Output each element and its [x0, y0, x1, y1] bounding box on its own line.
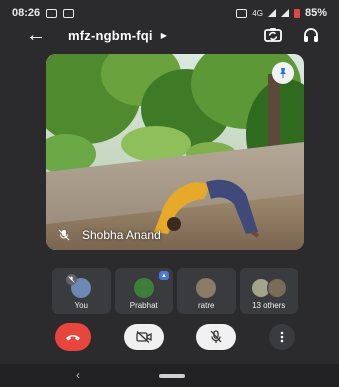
- mic-off-icon: [210, 330, 222, 343]
- signal-icon: [267, 9, 276, 17]
- video-frame: [46, 54, 304, 250]
- avatar: [66, 274, 92, 298]
- end-call-button[interactable]: [55, 323, 91, 351]
- participant-label: You: [74, 301, 89, 310]
- participant-label: Prabhat: [129, 301, 158, 310]
- pin-icon: [280, 68, 286, 78]
- screen-cast-icon: [46, 8, 58, 18]
- participant-label: ratre: [198, 301, 215, 310]
- chevron-right-icon[interactable]: ▶: [161, 31, 167, 40]
- avatar: [196, 278, 217, 298]
- status-time: 08:26: [12, 7, 41, 19]
- mic-off-icon: [66, 274, 78, 285]
- participant-tile-you[interactable]: You: [52, 268, 111, 314]
- more-options-button[interactable]: [268, 324, 295, 350]
- battery-level: 85%: [304, 7, 327, 19]
- nav-home-pill[interactable]: [159, 374, 185, 378]
- battery-icon: [293, 8, 300, 18]
- more-vert-icon: [280, 331, 284, 343]
- signal-icon-2: [280, 9, 289, 17]
- participant-tile-prabhat[interactable]: ▲ Prabhat: [114, 268, 173, 314]
- participant-name-tag: Shobha Anand: [58, 228, 161, 242]
- mic-toggle-button[interactable]: [196, 324, 237, 350]
- camera-toggle-button[interactable]: [123, 324, 164, 350]
- avatar-group: [250, 278, 287, 298]
- message-icon: [63, 8, 75, 18]
- wifi-calling-icon: [236, 8, 248, 18]
- participant-tile-ratre[interactable]: ratre: [177, 268, 236, 314]
- meeting-header: ← mfz-ngbm-fqi ▶: [0, 22, 339, 48]
- mic-off-icon: [58, 229, 70, 241]
- main-video-feed[interactable]: Shobha Anand: [46, 54, 304, 250]
- system-nav-bar: ‹: [0, 364, 339, 387]
- participant-strip: You ▲ Prabhat ratre 13 others: [52, 268, 298, 314]
- call-controls: [55, 322, 295, 352]
- phone-hangup-icon: [66, 335, 80, 341]
- meeting-code[interactable]: mfz-ngbm-fqi: [68, 28, 153, 43]
- avatar: [266, 278, 287, 298]
- network-type: 4G: [252, 8, 263, 18]
- participant-name: Shobha Anand: [82, 228, 161, 242]
- participant-label: 13 others: [252, 301, 286, 310]
- headphones-icon[interactable]: [301, 25, 321, 45]
- pin-icon: ▲: [159, 271, 169, 280]
- nav-back-icon[interactable]: ‹: [76, 368, 80, 382]
- pin-button[interactable]: [272, 62, 294, 84]
- back-arrow-icon[interactable]: ←: [26, 25, 46, 45]
- switch-camera-icon[interactable]: [263, 25, 283, 45]
- avatar: [133, 278, 154, 298]
- participant-tile-others[interactable]: 13 others: [239, 268, 298, 314]
- camera-off-icon: [136, 331, 152, 343]
